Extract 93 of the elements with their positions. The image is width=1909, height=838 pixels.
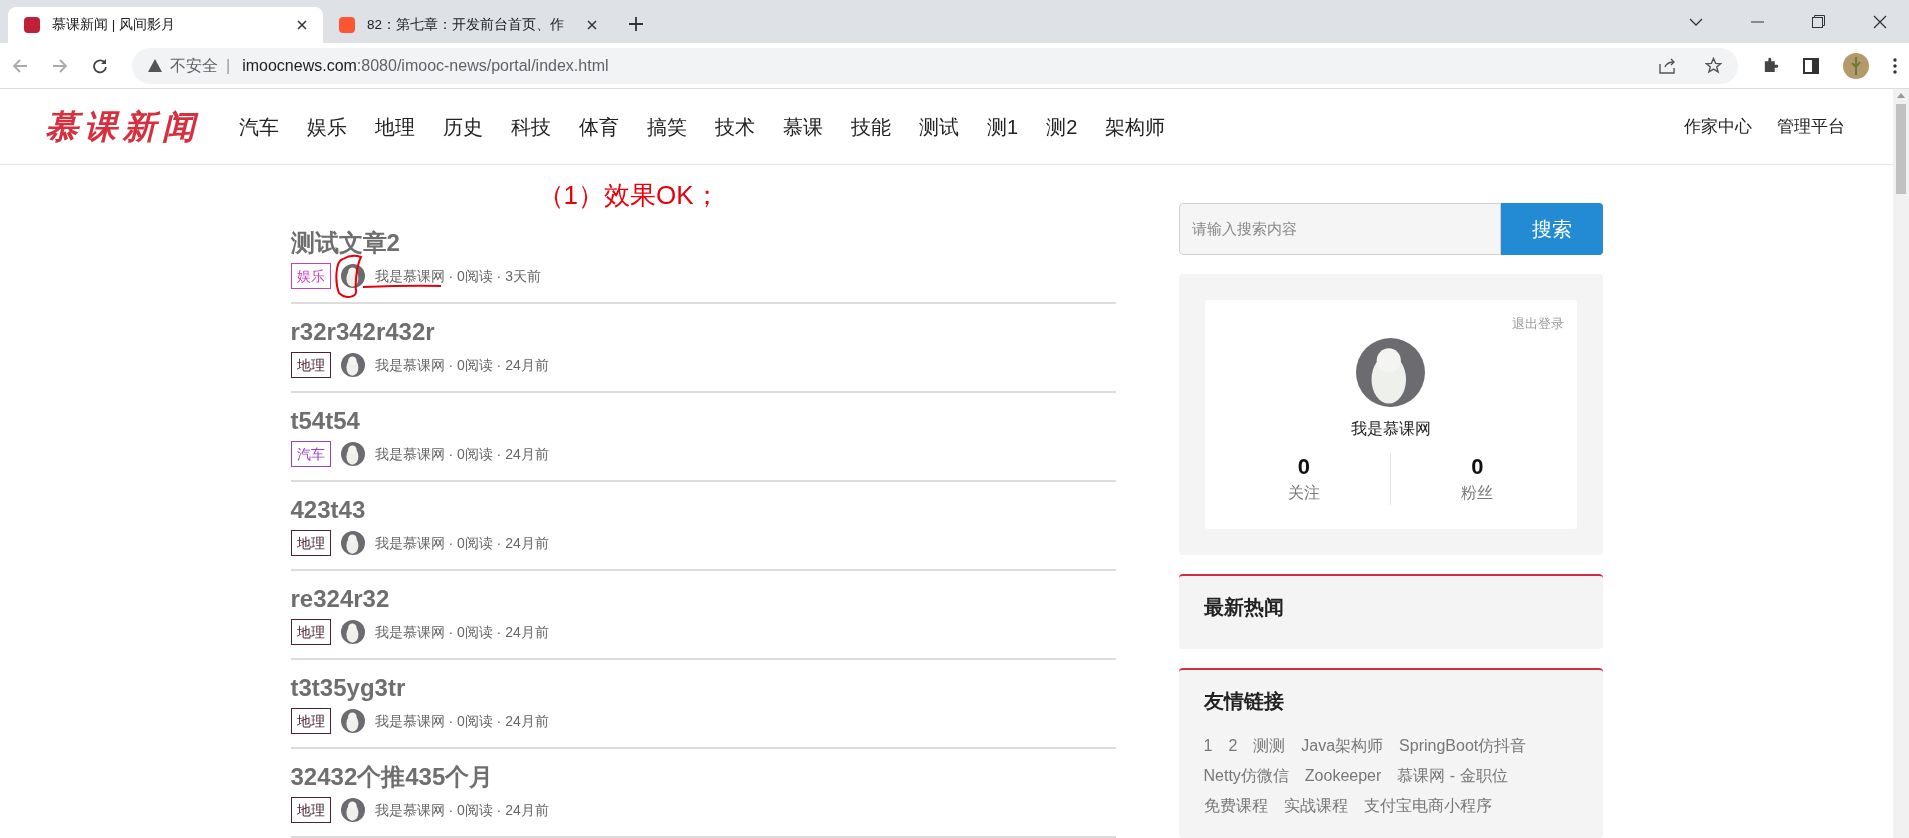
- stat-label: 粉丝: [1461, 482, 1494, 503]
- nav-link[interactable]: 慕课: [783, 111, 823, 142]
- article-meta: 我是慕课网 · 0阅读 · 24月前: [374, 444, 549, 464]
- category-tag[interactable]: 地理: [290, 352, 331, 378]
- category-tag[interactable]: 地理: [290, 619, 331, 645]
- avatar-icon: [340, 798, 365, 822]
- new-tab-icon[interactable]: [629, 17, 643, 31]
- share-icon[interactable]: [1659, 57, 1677, 74]
- avatar-icon: [340, 264, 365, 288]
- side-panel-icon[interactable]: [1803, 57, 1819, 74]
- category-tag[interactable]: 地理: [290, 797, 331, 823]
- reload-icon[interactable]: [92, 57, 108, 74]
- article-meta: 我是慕课网 · 0阅读 · 24月前: [374, 533, 549, 553]
- article-meta: 我是慕课网 · 0阅读 · 24月前: [374, 622, 549, 642]
- category-tag[interactable]: 地理: [290, 530, 331, 556]
- scrollbar-thumb[interactable]: [1896, 104, 1906, 194]
- separator: |: [226, 55, 231, 76]
- address-bar[interactable]: 不安全 | imoocnews.com:8080/imooc-news/portal/index.html: [132, 47, 1738, 84]
- star-icon[interactable]: [1705, 57, 1722, 74]
- article-meta: 我是慕课网 · 0阅读 · 24月前: [374, 355, 549, 375]
- friend-link[interactable]: 免费课程: [1203, 794, 1268, 818]
- nav-link[interactable]: 技能: [851, 111, 891, 142]
- article-title[interactable]: re324r32: [290, 584, 1116, 614]
- nav-link[interactable]: 作家中心: [1684, 113, 1752, 140]
- close-icon[interactable]: [587, 20, 597, 30]
- chevron-down-icon[interactable]: [1689, 17, 1703, 26]
- nav-link[interactable]: 搞笑: [647, 111, 687, 142]
- nav-link[interactable]: 地理: [375, 111, 415, 142]
- avatar-icon: [340, 709, 365, 733]
- nav-link[interactable]: 管理平台: [1777, 113, 1845, 140]
- browser-tab[interactable]: 慕课新闻 | 风间影月: [8, 7, 323, 43]
- article-title[interactable]: 423t43: [290, 495, 1116, 525]
- nav-link[interactable]: 科技: [511, 111, 551, 142]
- article-title[interactable]: r32r342r432r: [290, 317, 1116, 347]
- search-field[interactable]: 请输入搜索内容: [1178, 203, 1501, 256]
- close-icon[interactable]: [297, 20, 307, 30]
- category-tag[interactable]: 娱乐: [290, 263, 331, 289]
- site-favicon-icon: [24, 17, 40, 33]
- avatar-icon: [340, 353, 365, 377]
- article-title[interactable]: 测试文章2: [290, 228, 1116, 258]
- friend-link[interactable]: 实战课程: [1283, 794, 1348, 818]
- profile-avatar-icon[interactable]: [1843, 52, 1869, 79]
- nav-link[interactable]: 娱乐: [307, 111, 347, 142]
- article-title[interactable]: t3t35yg3tr: [290, 673, 1116, 703]
- article-title[interactable]: 32432个推435个月: [290, 762, 1116, 792]
- panel-heading: 友情链接: [1203, 690, 1284, 712]
- stat-value: 0: [1297, 452, 1310, 481]
- friend-link[interactable]: Netty仿微信: [1203, 764, 1289, 788]
- category-tag[interactable]: 汽车: [290, 441, 331, 467]
- stat-label: 关注: [1287, 482, 1320, 503]
- avatar-icon: [1356, 337, 1425, 407]
- nav-link[interactable]: 架构师: [1105, 111, 1166, 142]
- minimize-icon[interactable]: [1751, 20, 1764, 23]
- friend-link[interactable]: SpringBoot仿抖音: [1399, 734, 1527, 758]
- tab-title: 慕课新闻 | 风间影月: [52, 15, 176, 34]
- puzzle-icon[interactable]: [1762, 57, 1779, 74]
- friend-link[interactable]: Java架构师: [1301, 734, 1384, 758]
- friend-link[interactable]: 1: [1203, 734, 1213, 758]
- stat-value: 0: [1471, 452, 1484, 481]
- nav-link[interactable]: 测1: [987, 111, 1019, 142]
- article-meta: 我是慕课网 · 0阅读 · 3天前: [374, 266, 541, 286]
- nav-link[interactable]: 汽车: [239, 111, 279, 142]
- security-label: 不安全: [170, 55, 218, 76]
- close-icon[interactable]: [1873, 14, 1887, 29]
- avatar-icon: [340, 620, 365, 644]
- annotation-text: （1）效果OK；: [537, 179, 720, 212]
- friend-link[interactable]: 支付宝电商小程序: [1363, 794, 1492, 818]
- nav-link[interactable]: 技术: [715, 111, 755, 142]
- browser-tab[interactable]: 82：第七章：开发前台首页、作: [323, 7, 613, 43]
- panel-heading: 最新热闻: [1203, 595, 1284, 618]
- friend-link[interactable]: 慕课网 - 金职位: [1397, 764, 1508, 788]
- article-meta: 我是慕课网 · 0阅读 · 24月前: [374, 800, 549, 820]
- url-text: imoocnews.com:8080/imooc-news/portal/index.html: [242, 55, 609, 76]
- more-icon[interactable]: [1893, 57, 1897, 74]
- article-title[interactable]: t54t54: [290, 406, 1116, 436]
- site-favicon-icon: [339, 17, 355, 33]
- avatar-icon: [340, 531, 365, 555]
- friend-link[interactable]: 测测: [1253, 734, 1286, 758]
- nav-link[interactable]: 测试: [919, 111, 959, 142]
- avatar-icon: [340, 442, 365, 466]
- search-button[interactable]: 搜索: [1500, 203, 1603, 256]
- warning-icon: [148, 59, 162, 72]
- friend-link[interactable]: Zookeeper: [1304, 764, 1382, 788]
- article-meta: 我是慕课网 · 0阅读 · 24月前: [374, 711, 549, 731]
- site-logo[interactable]: 慕课新闻: [45, 101, 201, 152]
- nav-link[interactable]: 体育: [579, 111, 619, 142]
- friend-link[interactable]: 2: [1228, 734, 1238, 758]
- restore-icon[interactable]: [1812, 15, 1825, 28]
- nav-link[interactable]: 历史: [443, 111, 483, 142]
- category-tag[interactable]: 地理: [290, 708, 331, 734]
- nav-link[interactable]: 测2: [1046, 111, 1078, 142]
- user-name: 我是慕课网: [1350, 418, 1431, 439]
- tab-title: 82：第七章：开发前台首页、作: [367, 15, 566, 34]
